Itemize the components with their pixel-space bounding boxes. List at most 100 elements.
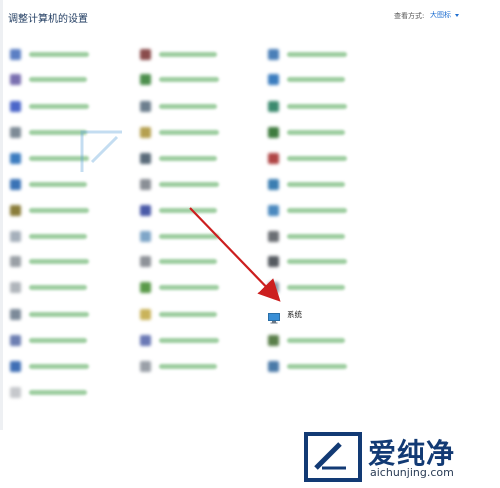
item-icon	[10, 360, 21, 372]
control-panel-item[interactable]	[10, 279, 87, 295]
item-label-blurred	[287, 207, 347, 213]
item-icon	[140, 48, 151, 60]
item-label-blurred	[29, 129, 87, 135]
control-panel-item[interactable]	[140, 176, 219, 192]
item-label-blurred	[159, 311, 217, 317]
control-panel-item[interactable]	[268, 358, 347, 374]
item-label-blurred	[29, 363, 89, 369]
control-panel-item[interactable]	[10, 98, 89, 114]
control-panel-item[interactable]	[140, 150, 217, 166]
item-icon	[268, 360, 279, 372]
system-monitor-icon	[268, 309, 280, 323]
item-icon	[268, 126, 279, 138]
control-panel-item[interactable]	[268, 46, 347, 62]
item-label-blurred	[287, 129, 345, 135]
item-icon	[10, 100, 21, 112]
control-panel-item[interactable]	[268, 228, 345, 244]
item-label-blurred	[29, 76, 87, 82]
control-panel-item[interactable]	[10, 176, 87, 192]
control-panel-item[interactable]	[268, 202, 347, 218]
item-label-blurred	[287, 284, 345, 290]
item-label-blurred	[29, 337, 87, 343]
control-panel-item[interactable]	[268, 124, 345, 140]
item-icon	[140, 152, 151, 164]
item-label-blurred	[159, 76, 219, 82]
item-label-blurred	[29, 284, 87, 290]
item-icon	[268, 204, 279, 216]
control-panel-item[interactable]	[140, 358, 217, 374]
control-panel-item[interactable]	[268, 279, 345, 295]
item-label-blurred	[159, 284, 219, 290]
item-label-blurred	[29, 181, 87, 187]
item-icon	[10, 152, 21, 164]
item-label-blurred	[159, 233, 219, 239]
control-panel-item[interactable]	[10, 384, 87, 400]
item-icon	[140, 255, 151, 267]
item-icon	[140, 360, 151, 372]
item-label-blurred	[159, 51, 217, 57]
item-label-blurred	[29, 103, 89, 109]
item-label-blurred	[287, 258, 347, 264]
item-icon	[10, 178, 21, 190]
item-icon	[10, 230, 21, 242]
item-label-blurred	[29, 51, 89, 57]
item-icon	[140, 100, 151, 112]
control-panel-item[interactable]	[268, 176, 345, 192]
control-panel-item[interactable]	[140, 124, 219, 140]
item-icon	[140, 281, 151, 293]
control-panel-item[interactable]	[10, 71, 87, 87]
item-label-blurred	[287, 51, 347, 57]
control-panel-item[interactable]	[140, 71, 219, 87]
item-icon	[10, 126, 21, 138]
item-icon	[10, 308, 21, 320]
control-panel-item[interactable]	[140, 332, 219, 348]
item-label-blurred	[159, 337, 219, 343]
item-icon	[10, 48, 21, 60]
control-panel-item[interactable]	[268, 71, 345, 87]
control-panel-item[interactable]	[140, 279, 219, 295]
item-icon	[140, 230, 151, 242]
item-icon	[268, 255, 279, 267]
control-panel-item[interactable]	[10, 46, 89, 62]
item-label-blurred	[29, 389, 87, 395]
item-icon	[268, 334, 279, 346]
item-label-blurred	[29, 155, 89, 161]
item-label-blurred	[29, 258, 89, 264]
control-panel-item[interactable]	[10, 253, 89, 269]
control-panel-item[interactable]	[140, 98, 217, 114]
brand-logo-icon	[304, 432, 362, 482]
control-panel-item[interactable]	[268, 332, 345, 348]
item-icon	[140, 334, 151, 346]
item-icon	[268, 100, 279, 112]
watermark-url: aichunjing.com	[370, 466, 454, 479]
item-label-blurred	[159, 258, 217, 264]
control-panel-item[interactable]	[140, 228, 219, 244]
item-label-blurred	[287, 103, 347, 109]
control-panel-item[interactable]	[10, 228, 87, 244]
control-panel-item[interactable]	[140, 253, 217, 269]
item-icon	[10, 334, 21, 346]
control-panel-item[interactable]	[10, 150, 89, 166]
control-panel-item-system[interactable]: 系统	[268, 306, 302, 323]
item-label-blurred	[159, 129, 219, 135]
watermark-logo: 爱纯净 aichunjing.com	[300, 428, 500, 488]
control-panel-item[interactable]	[10, 358, 89, 374]
control-panel-item[interactable]	[268, 98, 347, 114]
control-panel-item[interactable]	[10, 202, 89, 218]
control-panel-item[interactable]	[268, 253, 347, 269]
control-panel-item[interactable]	[10, 124, 87, 140]
control-panel-item[interactable]	[10, 306, 89, 322]
item-label-blurred	[159, 207, 217, 213]
item-icon	[268, 230, 279, 242]
control-panel-item[interactable]	[140, 202, 217, 218]
control-panel-item[interactable]	[140, 306, 217, 322]
control-panel-item[interactable]	[140, 46, 217, 62]
item-icon	[140, 308, 151, 320]
item-label-blurred	[159, 103, 217, 109]
control-panel-item[interactable]	[268, 150, 347, 166]
item-icon	[140, 126, 151, 138]
control-panel-item[interactable]	[10, 332, 87, 348]
item-label-blurred	[29, 311, 89, 317]
item-label-blurred	[29, 207, 89, 213]
item-label-blurred	[287, 233, 345, 239]
